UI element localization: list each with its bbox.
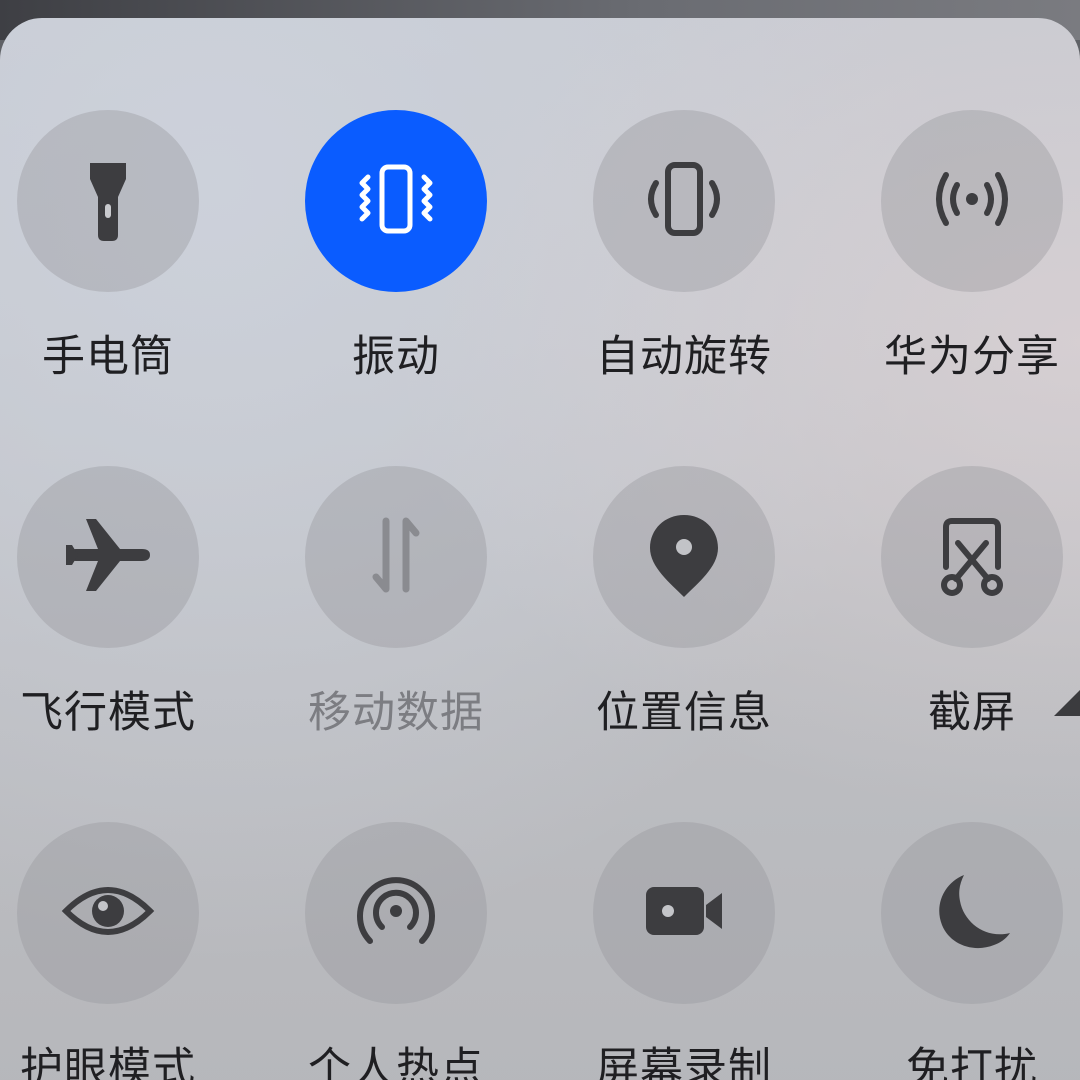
moon-icon [922, 861, 1022, 965]
tile-airplane-mode-button[interactable] [17, 466, 199, 648]
tile-do-not-disturb-button[interactable] [881, 822, 1063, 1004]
mobile-data-icon [346, 505, 446, 609]
tile-huawei-share[interactable]: 华为分享 [822, 110, 1080, 384]
tile-mobile-data[interactable]: 移动数据 [246, 466, 546, 740]
location-pin-icon [634, 505, 734, 609]
tile-screen-record-label: 屏幕录制 [596, 1044, 772, 1080]
quick-settings-panel: 手电筒 振动 自动旋转 华为分享 飞行模式 移动数据 位置信息 截屏 护眼模式 … [0, 18, 1080, 1080]
tile-location[interactable]: 位置信息 [534, 466, 834, 740]
tile-flashlight-label: 手电筒 [42, 332, 174, 382]
tile-huawei-share-button[interactable] [881, 110, 1063, 292]
tile-auto-rotate-button[interactable] [593, 110, 775, 292]
tile-screen-record[interactable]: 屏幕录制 [534, 822, 834, 1080]
tile-mobile-data-button[interactable] [305, 466, 487, 648]
tile-vibrate-label: 振动 [352, 332, 440, 382]
tile-auto-rotate[interactable]: 自动旋转 [534, 110, 834, 384]
tile-screenshot[interactable]: 截屏 [822, 466, 1080, 740]
tile-huawei-share-label: 华为分享 [884, 332, 1060, 382]
tile-vibrate-button[interactable] [305, 110, 487, 292]
tile-hotspot[interactable]: 个人热点 [246, 822, 546, 1080]
tile-airplane-mode[interactable]: 飞行模式 [0, 466, 258, 740]
screenshot-scissors-icon [922, 505, 1022, 609]
tile-flashlight[interactable]: 手电筒 [0, 110, 258, 384]
tile-mobile-data-label: 移动数据 [308, 688, 484, 738]
tile-flashlight-button[interactable] [17, 110, 199, 292]
video-camera-icon [634, 861, 734, 965]
huawei-share-icon [922, 149, 1022, 253]
tile-eye-comfort[interactable]: 护眼模式 [0, 822, 258, 1080]
eye-icon [58, 861, 158, 965]
tile-location-button[interactable] [593, 466, 775, 648]
corner-triangle-icon[interactable] [1054, 690, 1080, 716]
tile-screenshot-button[interactable] [881, 466, 1063, 648]
tile-location-label: 位置信息 [596, 688, 772, 738]
tile-hotspot-label: 个人热点 [308, 1044, 484, 1080]
tile-hotspot-button[interactable] [305, 822, 487, 1004]
flashlight-icon [58, 149, 158, 253]
tile-eye-comfort-button[interactable] [17, 822, 199, 1004]
airplane-icon [58, 505, 158, 609]
tile-screenshot-label: 截屏 [928, 688, 1016, 738]
tile-vibrate[interactable]: 振动 [246, 110, 546, 384]
hotspot-icon [346, 861, 446, 965]
vibrate-icon [346, 149, 446, 253]
tile-do-not-disturb[interactable]: 免打扰 [822, 822, 1080, 1080]
tile-airplane-mode-label: 飞行模式 [20, 688, 196, 738]
tile-eye-comfort-label: 护眼模式 [20, 1044, 196, 1080]
tile-do-not-disturb-label: 免打扰 [906, 1044, 1038, 1080]
auto-rotate-icon [634, 149, 734, 253]
tile-screen-record-button[interactable] [593, 822, 775, 1004]
tile-auto-rotate-label: 自动旋转 [596, 332, 772, 382]
